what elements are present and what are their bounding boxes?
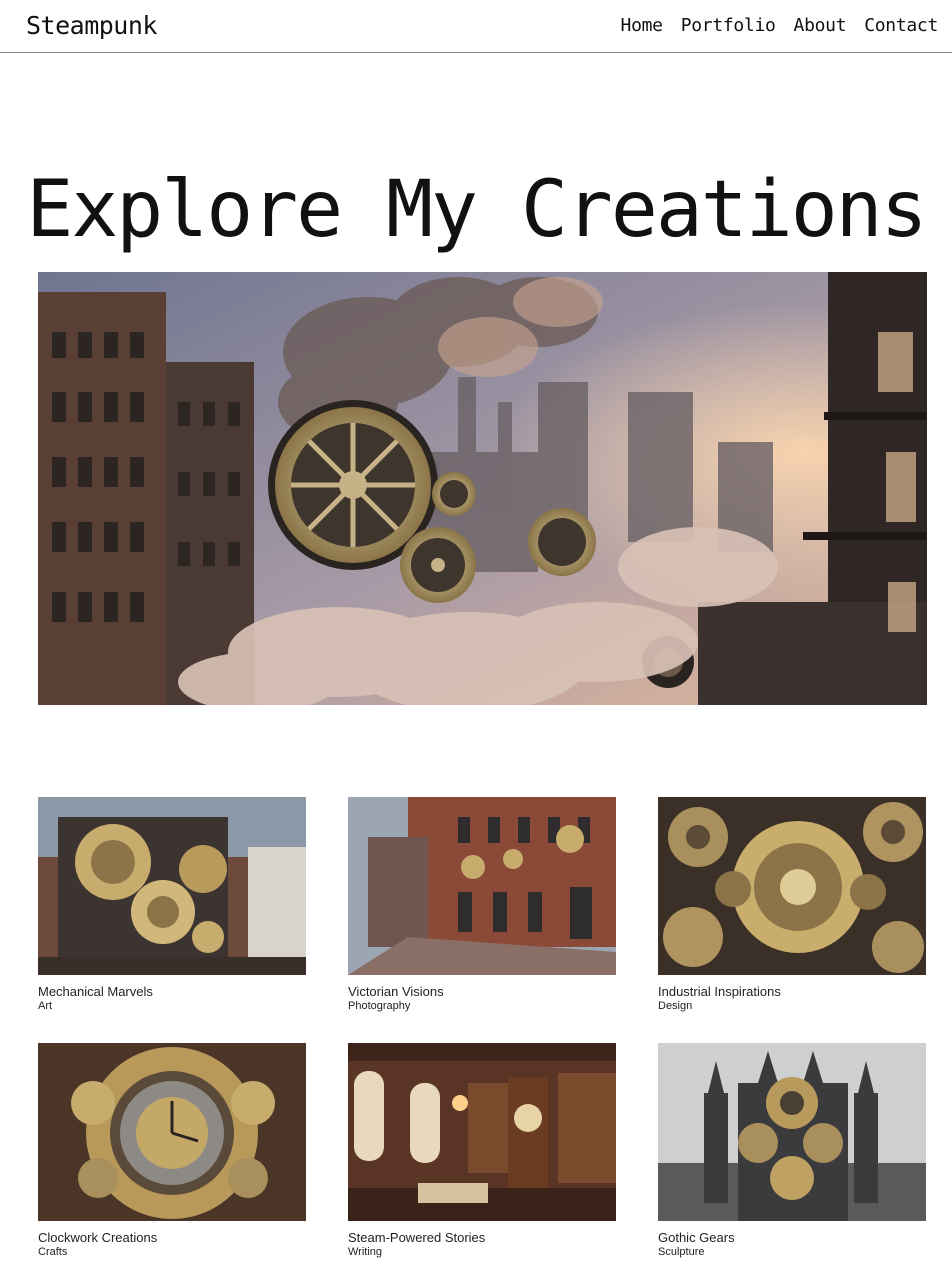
industrial-gears-image — [658, 797, 926, 975]
card-title: Industrial Inspirations — [658, 984, 781, 999]
clockwork-image — [38, 1043, 306, 1221]
card-image[interactable] — [348, 1043, 616, 1221]
card-image[interactable] — [38, 797, 306, 975]
card-category: Design — [658, 1000, 693, 1012]
top-navigation-bar: Steampunk Home Portfolio About Contact — [0, 0, 952, 53]
card-category: Crafts — [38, 1246, 68, 1258]
card-image[interactable] — [658, 1043, 926, 1221]
card-title: Gothic Gears — [658, 1230, 735, 1245]
portfolio-card[interactable]: Victorian Visions Photography — [348, 797, 616, 1013]
portfolio-card[interactable]: Industrial Inspirations Design — [658, 797, 926, 1013]
card-image[interactable] — [658, 797, 926, 975]
card-title: Clockwork Creations — [38, 1230, 158, 1245]
card-title: Mechanical Marvels — [38, 984, 153, 999]
portfolio-card[interactable]: Gothic Gears Sculpture — [658, 1043, 926, 1259]
card-category: Writing — [348, 1246, 383, 1258]
card-category: Art — [38, 1000, 53, 1012]
card-title: Steam-Powered Stories — [348, 1230, 486, 1245]
hero-image — [38, 272, 927, 705]
card-image[interactable] — [38, 1043, 306, 1221]
card-category: Sculpture — [658, 1246, 705, 1258]
card-title: Victorian Visions — [348, 984, 444, 999]
main-nav: Home Portfolio About Contact — [621, 15, 939, 36]
nav-contact-link[interactable]: Contact — [864, 15, 938, 36]
site-logo[interactable]: Steampunk — [26, 11, 157, 40]
nav-about-link[interactable]: About — [794, 15, 847, 36]
page-title: Explore My Creations — [26, 165, 927, 255]
card-image[interactable] — [348, 797, 616, 975]
portfolio-card[interactable]: Clockwork Creations Crafts — [38, 1043, 306, 1259]
steampunk-city-gears-image — [38, 272, 927, 705]
victorian-street-image — [348, 797, 616, 975]
nav-home-link[interactable]: Home — [621, 15, 663, 36]
portfolio-card[interactable]: Mechanical Marvels Art — [38, 797, 306, 1013]
library-room-image — [348, 1043, 616, 1221]
nav-portfolio-link[interactable]: Portfolio — [681, 15, 776, 36]
card-category: Photography — [348, 1000, 411, 1012]
mechanical-gears-image — [38, 797, 306, 975]
portfolio-card[interactable]: Steam-Powered Stories Writing — [348, 1043, 616, 1259]
gothic-gears-image — [658, 1043, 926, 1221]
